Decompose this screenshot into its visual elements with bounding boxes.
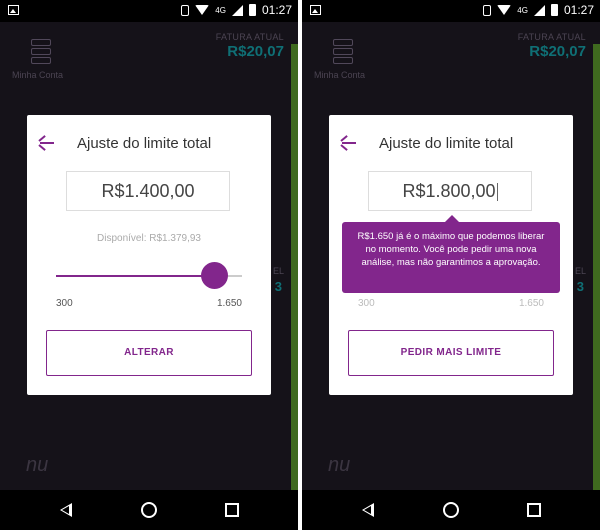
alterar-button[interactable]: ALTERAR	[46, 330, 252, 376]
status-time: 01:27	[261, 3, 292, 17]
background-fragment: EL	[272, 266, 284, 276]
slider-fill	[56, 275, 215, 277]
limit-value-field[interactable]: R$1.400,00	[66, 171, 230, 211]
signal-icon	[533, 4, 545, 16]
fatura-value: R$20,07	[227, 43, 284, 60]
image-icon	[8, 5, 19, 15]
nav-home-icon[interactable]	[141, 502, 157, 518]
nav-recent-icon[interactable]	[527, 503, 541, 517]
battery-icon	[550, 4, 558, 16]
account-label: Minha Conta	[12, 70, 64, 80]
slider-thumb[interactable]	[201, 262, 229, 289]
vibrate-icon	[483, 4, 492, 16]
fatura-label: FATURA ATUAL	[517, 32, 586, 42]
nav-back-icon[interactable]	[60, 503, 72, 517]
dialog-title: Ajuste do limite total	[77, 135, 212, 152]
nav-back-icon[interactable]	[362, 503, 374, 517]
nav-recent-icon[interactable]	[225, 503, 239, 517]
limit-slider[interactable]	[56, 262, 242, 289]
available-amount: Disponível: R$1.379,93	[97, 233, 201, 244]
dialog-title: Ajuste do limite total	[379, 135, 514, 152]
nu-logo-icon: nu	[328, 454, 351, 476]
network-type: 4G	[517, 5, 528, 15]
status-bar: 4G 01:27	[0, 0, 298, 22]
nav-bar	[0, 490, 298, 530]
background-fragment: 3	[274, 279, 282, 294]
max-limit-tooltip: R$1.650 já é o máximo que podemos libera…	[342, 215, 560, 293]
nav-home-icon[interactable]	[443, 502, 459, 518]
status-time: 01:27	[563, 3, 594, 17]
phone-screen-left: 4G 01:27 Minha Conta FATURA ATUAL R$20,0…	[0, 0, 298, 530]
limit-value: R$1.800,00	[402, 181, 496, 201]
network-type: 4G	[215, 5, 226, 15]
nav-bar	[302, 490, 600, 530]
back-arrow-icon[interactable]	[340, 135, 357, 151]
slider-min-label: 300	[56, 298, 73, 309]
slider-max-label: 1.650	[216, 298, 242, 309]
background-fragment: EL	[574, 266, 586, 276]
signal-icon	[231, 4, 243, 16]
limit-value: R$1.400,00	[101, 181, 195, 201]
account-label: Minha Conta	[314, 70, 366, 80]
server-icon	[333, 39, 353, 64]
phone-screen-right: 4G 01:27 Minha Conta FATURA ATUAL R$20,0…	[302, 0, 600, 530]
image-icon	[310, 5, 321, 15]
fatura-value: R$20,07	[529, 43, 586, 60]
back-arrow-icon[interactable]	[38, 135, 55, 151]
pedir-mais-limite-button[interactable]: PEDIR MAIS LIMITE	[348, 330, 554, 376]
side-bar-indicator	[593, 44, 600, 490]
text-cursor	[496, 183, 498, 202]
server-icon	[31, 39, 51, 64]
fatura-label: FATURA ATUAL	[215, 32, 284, 42]
nu-logo-icon: nu	[26, 454, 49, 476]
limit-value-field[interactable]: R$1.800,00	[368, 171, 532, 211]
slider-max-label: 1.650	[518, 298, 544, 309]
status-bar: 4G 01:27	[302, 0, 600, 22]
limit-dialog: Ajuste do limite total R$1.400,00 Dispon…	[27, 115, 271, 395]
wifi-icon	[497, 5, 512, 15]
side-bar-indicator	[291, 44, 298, 490]
vibrate-icon	[181, 4, 190, 16]
battery-icon	[248, 4, 256, 16]
limit-dialog: Ajuste do limite total R$1.800,00 300 1.…	[329, 115, 573, 395]
wifi-icon	[195, 5, 210, 15]
background-fragment: 3	[576, 279, 584, 294]
slider-min-label: 300	[358, 298, 375, 309]
